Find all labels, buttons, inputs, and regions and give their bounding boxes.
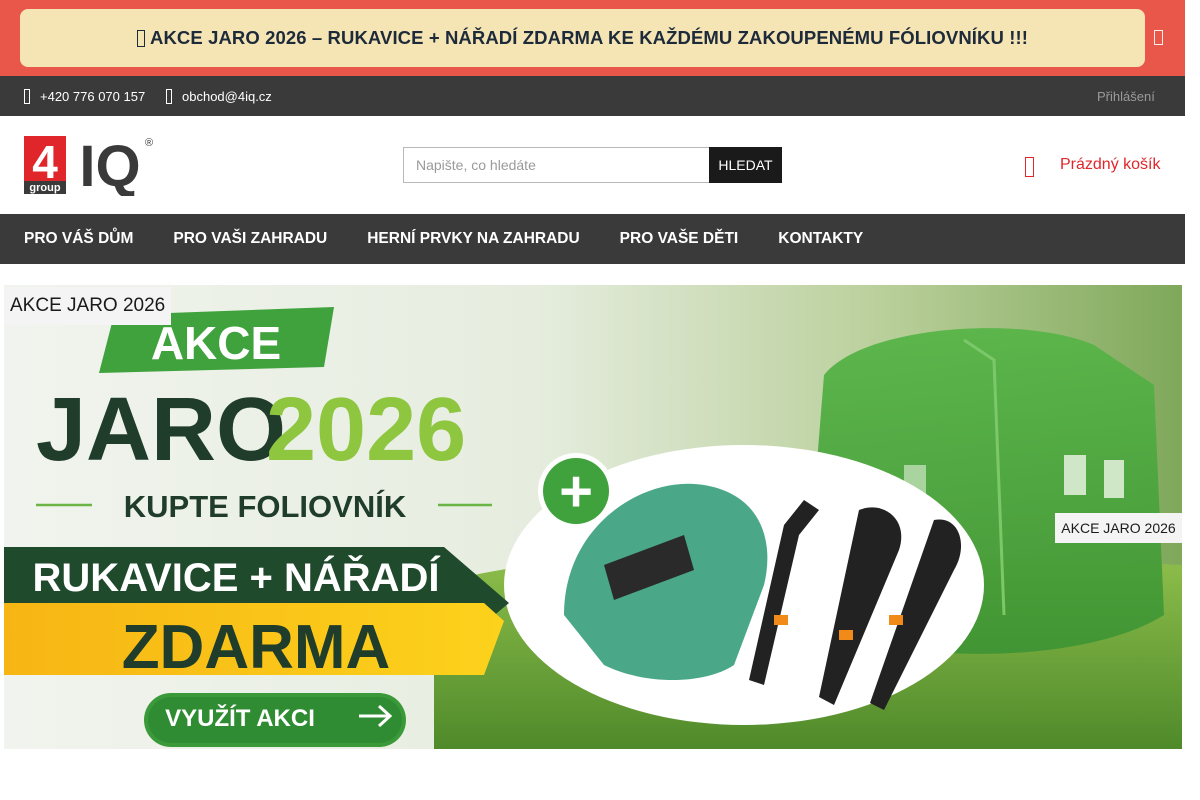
phone-number: +420 776 070 157 — [40, 88, 146, 104]
contact-email[interactable]: obchod@4iq.cz — [166, 76, 272, 116]
nav-item-herni-prvky[interactable]: HERNÍ PRVKY NA ZAHRADU — [367, 230, 579, 248]
logo-main: 4 — [32, 136, 58, 188]
banner-year: 2026 — [266, 380, 466, 480]
nav-item-deti[interactable]: PRO VAŠE DĚTI — [620, 230, 739, 248]
promo-notice: AKCE JARO 2026 – RUKAVICE + NÁŘADÍ ZDARM… — [20, 9, 1145, 67]
banner-cta: VYUŽÍT AKCI — [165, 704, 315, 732]
phone-icon — [24, 88, 30, 104]
banner-rukavice: RUKAVICE + NÁŘADÍ — [32, 554, 440, 600]
search-button[interactable]: HLEDAT — [709, 147, 782, 183]
banner-kupte: KUPTE FOLIOVNÍK — [124, 489, 407, 524]
main-nav: PRO VÁŠ DŮM PRO VAŠI ZAHRADU HERNÍ PRVKY… — [0, 214, 1185, 264]
logo-registered: ® — [145, 137, 153, 149]
close-icon[interactable] — [1154, 30, 1163, 45]
email-address: obchod@4iq.cz — [182, 88, 272, 104]
login-link[interactable]: Přihlášení — [1097, 76, 1155, 116]
search-form: HLEDAT — [403, 147, 782, 183]
banner-label: AKCE JARO 2026 — [4, 287, 172, 325]
banner-zdarma: ZDARMA — [122, 613, 391, 682]
banner-plus: + — [559, 459, 593, 524]
top-bar: +420 776 070 157 obchod@4iq.cz Přihlášen… — [0, 76, 1185, 116]
promo-text: AKCE JARO 2026 – RUKAVICE + NÁŘADÍ ZDARM… — [150, 27, 1028, 48]
logo[interactable]: 4 group IQ ® — [24, 134, 156, 196]
gift-icon — [137, 29, 146, 47]
cart-label: Prázdný košík — [1060, 156, 1161, 173]
promo-bar: AKCE JARO 2026 – RUKAVICE + NÁŘADÍ ZDARM… — [0, 0, 1185, 76]
logo-iq: IQ — [79, 134, 140, 196]
promo-banner[interactable]: + AKCE JARO 2026 KUPTE FOLIOVNÍK RUKAVIC… — [4, 285, 1182, 749]
cart-link[interactable]: Prázdný košík — [1025, 154, 1161, 177]
nav-item-kontakty[interactable]: KONTAKTY — [778, 230, 863, 248]
cart-icon — [1025, 157, 1034, 177]
banner-jaro: JARO — [36, 380, 286, 480]
logo-group: group — [29, 182, 60, 194]
banner-image: + AKCE JARO 2026 KUPTE FOLIOVNÍK RUKAVIC… — [4, 285, 1182, 749]
search-input[interactable] — [403, 147, 709, 183]
contact-phone[interactable]: +420 776 070 157 — [24, 76, 145, 116]
banner-caption: AKCE JARO 2026 — [1055, 513, 1182, 543]
envelope-icon — [166, 88, 172, 104]
site-header: 4 group IQ ® HLEDAT Prázdný košík — [0, 116, 1185, 214]
nav-item-dum[interactable]: PRO VÁŠ DŮM — [24, 230, 133, 248]
nav-item-zahrada[interactable]: PRO VAŠI ZAHRADU — [173, 230, 327, 248]
